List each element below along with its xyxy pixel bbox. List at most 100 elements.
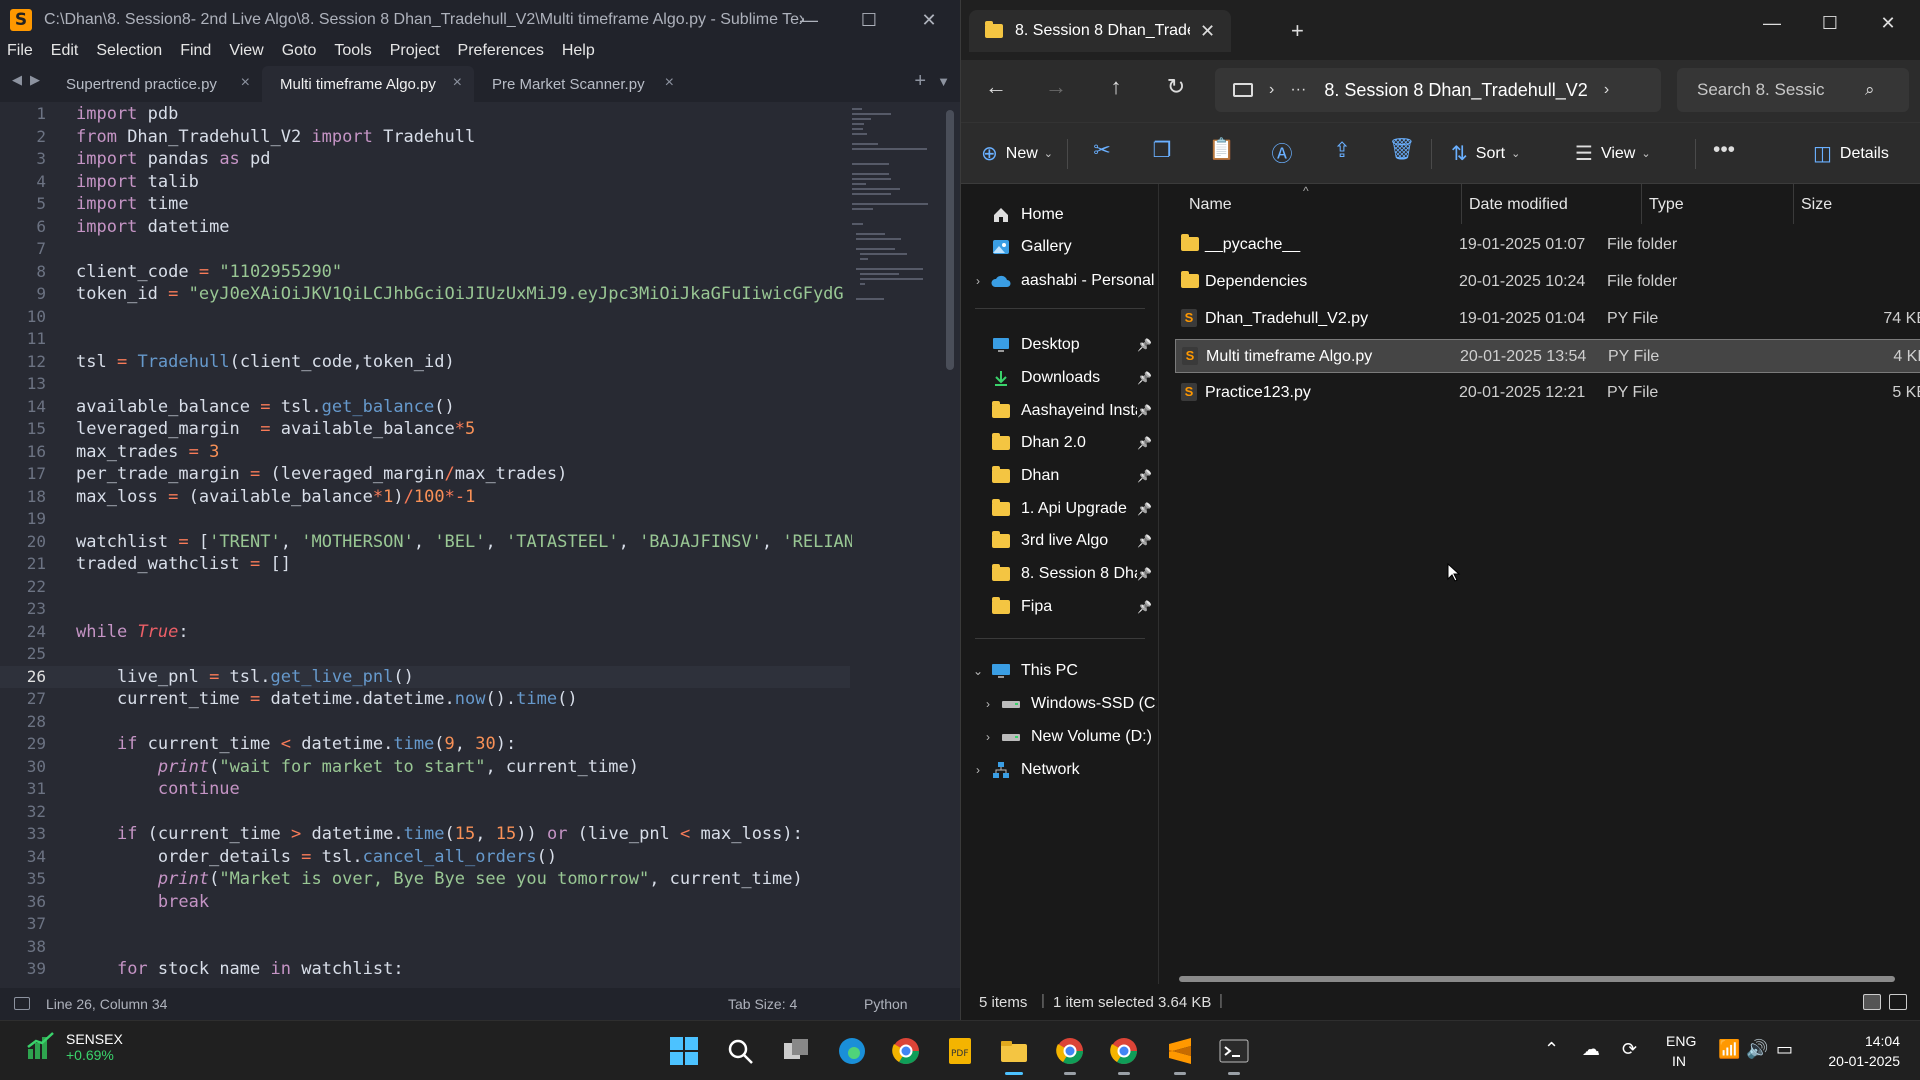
menu-help[interactable]: Help [562,42,595,60]
code-editor[interactable]: 1 2 3 4 5 6 7 8 9 10 11 12 13 14 15 16 17 18 19 20 21 22 23 24 2… [0,102,960,976]
details-button[interactable]: ◫ Details [1813,141,1889,166]
battery-icon[interactable]: ▭ [1776,1039,1793,1060]
delete-icon[interactable]: 🗑 [1387,138,1417,162]
column-size[interactable]: Size [1801,196,1832,214]
tab-forward-arrow-icon[interactable]: ▶ [30,72,40,88]
code-line[interactable]: current_time = datetime.datetime.now().t… [76,689,578,709]
tab-multi-timeframe-algo[interactable]: Multi timeframe Algo.py × [262,66,474,102]
nav-item[interactable]: › Network [961,753,1159,787]
pin-icon[interactable]: 📌 [1137,567,1152,581]
paste-icon[interactable]: 📋 [1207,138,1237,162]
search-icon[interactable]: ⌕ [1865,80,1875,100]
wifi-icon[interactable]: 📶 [1718,1039,1740,1060]
minimap[interactable] [852,108,942,338]
code-line[interactable]: if (current_time > datetime.time(15, 15)… [76,824,803,844]
file-row[interactable]: S Dhan_Tradehull_V2.py 19-01-2025 01:04 PY … [1175,302,1920,336]
pdf-app[interactable]: PDF [942,1033,978,1069]
file-row[interactable]: S Practice123.py 20-01-2025 12:21 PY File 5 … [1175,376,1920,410]
tab-supertrend-practice[interactable]: Supertrend practice.py × [48,66,262,102]
explorer-tab[interactable]: 8. Session 8 Dhan_Tradehull_V ✕ [969,10,1231,52]
menu-project[interactable]: Project [390,42,440,60]
pin-icon[interactable]: 📌 [1137,502,1152,516]
menu-find[interactable]: Find [180,42,211,60]
new-tab-plus-icon[interactable]: + [1291,18,1304,44]
file-explorer-app[interactable] [996,1033,1032,1075]
volume-icon[interactable]: 🔊 [1746,1039,1768,1060]
up-arrow-icon[interactable]: ↑ [1101,74,1131,100]
pin-icon[interactable]: 📌 [1137,436,1152,450]
code-line[interactable]: traded_wathclist = [] [76,554,291,574]
cursor-position[interactable]: Line 26, Column 34 [46,996,167,1012]
syntax-mode[interactable]: Python [864,996,908,1012]
menu-tools[interactable]: Tools [334,42,371,60]
code-line[interactable]: from Dhan_Tradehull_V2 import Tradehull [76,127,475,147]
chevron-right-icon[interactable]: › [971,763,985,777]
nav-item[interactable]: 8. Session 8 Dha 📌 [961,557,1159,591]
nav-item[interactable]: Downloads 📌 [961,361,1159,395]
terminal-app[interactable] [1216,1033,1252,1075]
chrome-profile-app[interactable] [1052,1033,1088,1075]
menu-file[interactable]: File [7,42,33,60]
code-line[interactable]: max_trades = 3 [76,442,219,462]
code-line[interactable]: print("Market is over, Bye Bye see you t… [76,869,803,889]
region-indicator[interactable]: IN [1672,1053,1686,1069]
column-separator[interactable] [1641,184,1642,224]
chevron-right-icon[interactable]: › [1269,81,1274,99]
pin-icon[interactable]: 📌 [1137,534,1152,548]
search-box[interactable]: ⌕ [1677,68,1909,112]
nav-item[interactable]: 3rd live Algo 📌 [961,524,1159,558]
share-icon[interactable]: ⇪ [1327,138,1357,163]
clock-time[interactable]: 14:04 [1810,1033,1900,1049]
nav-item[interactable]: Desktop 📌 [961,328,1159,362]
code-line[interactable]: while True: [76,622,189,642]
chrome-profile-2-app[interactable] [1106,1033,1142,1075]
sublime-app[interactable] [1162,1033,1198,1075]
view-button[interactable]: ☰ View ⌄ [1575,141,1651,166]
code-area[interactable]: import pdb from Dhan_Tradehull_V2 import … [76,102,852,976]
code-line[interactable]: token_id = "eyJ0eXAiOiJKV1QiLCJhbGciOiJI… [76,284,844,304]
nav-item[interactable]: Fipa 📌 [961,590,1159,624]
tab-size[interactable]: Tab Size: 4 [728,996,797,1012]
chrome-app[interactable] [888,1033,924,1069]
chevron-down-icon[interactable]: ⌄ [971,664,985,678]
column-type[interactable]: Type [1649,196,1684,214]
nav-item[interactable]: › aashabi - Personal [961,264,1159,298]
start-button[interactable] [666,1033,702,1069]
maximize-button[interactable]: ☐ [840,0,898,40]
clock-date[interactable]: 20-01-2025 [1810,1053,1900,1069]
code-line[interactable]: continue [76,779,240,799]
more-dots-icon[interactable]: ··· [1290,81,1306,99]
refresh-icon[interactable]: ↻ [1161,74,1191,100]
code-line[interactable]: max_loss = (available_balance*1)/100*-1 [76,487,475,507]
new-button[interactable]: ⊕ New ⌄ [981,141,1053,166]
code-line[interactable]: client_code = "1102955290" [76,262,342,282]
menu-view[interactable]: View [229,42,263,60]
chevron-right-icon[interactable]: › [981,730,995,744]
tab-back-arrow-icon[interactable]: ◀ [12,72,22,88]
close-icon[interactable]: ✕ [1200,21,1215,42]
stock-widget[interactable]: SENSEX +0.69% [26,1031,123,1063]
column-separator[interactable] [1793,184,1794,224]
column-separator[interactable] [1461,184,1462,224]
pin-icon[interactable]: 📌 [1137,338,1152,352]
maximize-button[interactable]: ☐ [1801,6,1859,40]
pin-icon[interactable]: 📌 [1137,469,1152,483]
code-line[interactable]: break [76,892,209,912]
file-row[interactable]: S Multi timeframe Algo.py 20-01-2025 13:54… [1175,339,1920,373]
menu-goto[interactable]: Goto [282,42,317,60]
minimize-button[interactable]: — [780,0,838,40]
nav-item[interactable]: Aashayeind Insta 📌 [961,394,1159,428]
address-bar[interactable]: › ··· 8. Session 8 Dhan_Tradehull_V2 › [1215,68,1661,112]
column-name[interactable]: Name [1189,196,1232,214]
code-line[interactable]: available_balance = tsl.get_balance() [76,397,455,417]
vertical-scrollbar[interactable] [946,110,954,370]
task-view-button[interactable] [778,1033,814,1069]
copy-icon[interactable]: ❐ [1147,138,1177,163]
panel-toggle-icon[interactable] [14,997,30,1010]
code-line[interactable]: import time [76,194,189,214]
edge-app[interactable] [834,1033,870,1069]
code-line[interactable]: watchlist = ['TRENT', 'MOTHERSON', 'BEL'… [76,532,852,552]
code-line[interactable]: import pandas as pd [76,149,271,169]
nav-item[interactable]: Dhan 📌 [961,459,1159,493]
nav-item[interactable]: › New Volume (D:) [961,720,1159,754]
